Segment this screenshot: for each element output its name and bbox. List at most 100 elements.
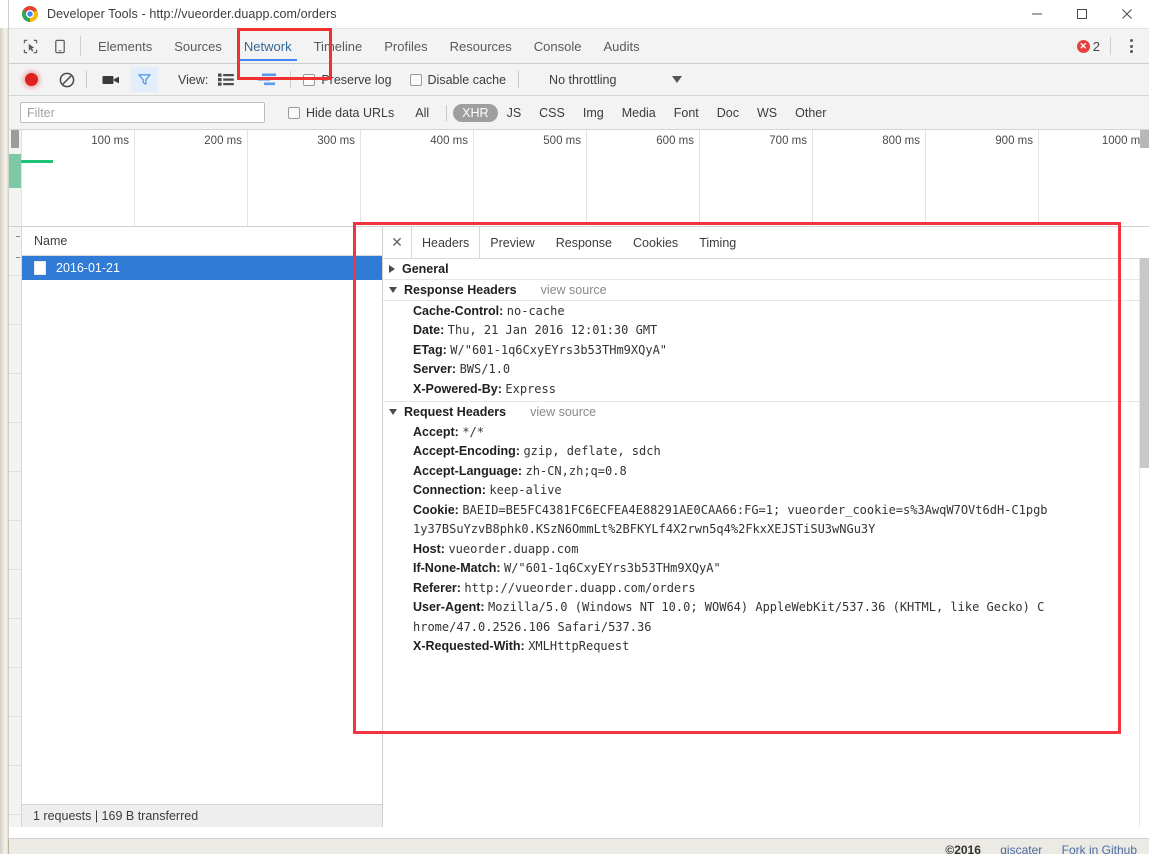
disable-cache-checkbox[interactable]: Disable cache — [409, 72, 507, 87]
header-key: Accept-Language: — [413, 463, 523, 478]
header-row: Host: vueorder.duapp.com — [383, 539, 1149, 559]
funnel-filter-icon[interactable] — [131, 67, 158, 92]
control-separator — [518, 71, 520, 88]
headers-body: General Response Headers view source Cac… — [383, 259, 1149, 656]
header-row: Cookie: BAEID=BE5FC4381FC6ECFEA4E88291AE… — [383, 500, 1149, 520]
timeline-view-icon[interactable] — [258, 73, 278, 86]
tab-network[interactable]: Network — [233, 29, 303, 63]
details-tab-response[interactable]: Response — [546, 227, 623, 258]
close-button[interactable] — [1104, 0, 1149, 28]
section-general[interactable]: General — [383, 259, 1149, 280]
filter-type-doc[interactable]: Doc — [708, 104, 748, 122]
header-row: Accept: */* — [383, 422, 1149, 442]
chevron-down-icon — [389, 409, 397, 415]
view-source-link[interactable]: view source — [530, 405, 596, 419]
overview-scrollbar[interactable] — [1140, 130, 1149, 148]
scrollbar-thumb[interactable] — [1140, 258, 1149, 468]
details-tab-bar: ✕ Headers Preview Response Cookies Timin… — [383, 227, 1149, 259]
network-main-panel: Name 2016-01-21 1 requests | 169 B trans… — [9, 227, 1149, 827]
request-list-status-bar: 1 requests | 169 B transferred — [22, 804, 382, 827]
request-list[interactable]: Name 2016-01-21 1 requests | 169 B trans… — [22, 227, 383, 827]
header-row: ETag: W/"601-1q6CxyEYrs3b53THm9XQyA" — [383, 340, 1149, 360]
header-value: no-cache — [506, 303, 565, 318]
left-rail — [9, 227, 22, 827]
inspect-element-icon[interactable] — [16, 29, 45, 63]
filter-type-all[interactable]: All — [406, 104, 438, 122]
section-response-headers[interactable]: Response Headers view source — [383, 280, 1149, 301]
filter-type-media[interactable]: Media — [613, 104, 665, 122]
overview-scroll-handle[interactable] — [11, 130, 19, 148]
vertical-dots-icon[interactable] — [1119, 29, 1143, 63]
list-view-icon[interactable] — [218, 73, 235, 86]
tab-resources[interactable]: Resources — [439, 29, 523, 63]
tab-audits[interactable]: Audits — [592, 29, 650, 63]
record-icon[interactable] — [25, 73, 38, 86]
header-value: vueorder.duapp.com — [448, 541, 579, 556]
details-tab-timing[interactable]: Timing — [689, 227, 747, 258]
tab-label: Console — [533, 38, 582, 54]
filter-type-js[interactable]: JS — [498, 104, 531, 122]
chevron-down-icon — [389, 287, 397, 293]
screenshot-root: ©2016 qiscater Fork in Github Developer … — [0, 0, 1149, 854]
filter-type-font[interactable]: Font — [665, 104, 708, 122]
tab-label: Headers — [422, 235, 470, 250]
filter-type-xhr[interactable]: XHR — [453, 103, 498, 122]
header-key: Cache-Control: — [413, 303, 504, 318]
checkbox-box — [409, 73, 422, 86]
device-toolbar-icon[interactable] — [45, 29, 74, 63]
error-count-badge[interactable]: ✕ 2 — [1076, 39, 1100, 54]
preserve-log-label: Preserve log — [321, 72, 392, 87]
disable-cache-label: Disable cache — [427, 72, 507, 87]
header-key: Accept: — [413, 424, 459, 439]
maximize-button[interactable] — [1059, 0, 1104, 28]
tab-label: Timeline — [313, 38, 363, 54]
header-value: XMLHttpRequest — [528, 639, 630, 653]
filter-input[interactable] — [20, 102, 265, 123]
preserve-log-checkbox[interactable]: Preserve log — [303, 72, 392, 87]
ruler-tick-label: 900 ms — [995, 135, 1033, 147]
section-request-headers[interactable]: Request Headers view source — [383, 402, 1149, 422]
tab-label: Response — [555, 235, 613, 250]
camera-filmstrip-icon[interactable] — [102, 74, 120, 86]
hide-data-urls-checkbox[interactable]: Hide data URLs — [288, 106, 394, 120]
header-key: Host: — [413, 541, 445, 556]
tab-timeline[interactable]: Timeline — [303, 29, 374, 63]
details-tab-cookies[interactable]: Cookies — [623, 227, 689, 258]
tab-label: Timing — [699, 235, 737, 250]
footer-author-link[interactable]: qiscater — [1000, 843, 1042, 854]
checkbox-box — [288, 106, 300, 119]
header-row: Accept-Language: zh-CN,zh;q=0.8 — [383, 461, 1149, 481]
request-row[interactable]: 2016-01-21 — [22, 256, 382, 280]
tab-elements[interactable]: Elements — [87, 29, 163, 63]
tab-profiles[interactable]: Profiles — [373, 29, 438, 63]
details-tab-preview[interactable]: Preview — [480, 227, 545, 258]
filter-type-img[interactable]: Img — [574, 104, 613, 122]
header-value: keep-alive — [489, 483, 562, 497]
tab-label: Elements — [98, 38, 153, 54]
toolbar-separator — [1110, 37, 1111, 55]
tab-sources[interactable]: Sources — [163, 29, 233, 63]
header-key: Server: — [413, 362, 457, 376]
filter-type-css[interactable]: CSS — [530, 104, 574, 122]
chevron-right-icon — [389, 265, 395, 273]
details-scrollbar[interactable] — [1140, 258, 1149, 827]
tab-console[interactable]: Console — [523, 29, 593, 63]
filter-type-ws[interactable]: WS — [748, 104, 786, 122]
filter-type-other[interactable]: Other — [786, 104, 835, 122]
view-source-link[interactable]: view source — [541, 283, 607, 297]
footer-fork-link[interactable]: Fork in Github — [1062, 843, 1137, 854]
close-icon[interactable]: ✕ — [383, 227, 411, 258]
header-value: Mozilla/5.0 (Windows NT 10.0; WOW64) App… — [488, 600, 1045, 614]
minimize-button[interactable] — [1014, 0, 1059, 28]
tab-label: Audits — [603, 38, 640, 54]
network-overview[interactable]: 100 ms 200 ms 300 ms 400 ms 500 ms 600 m… — [9, 130, 1149, 227]
header-value: http://vueorder.duapp.com/orders — [464, 580, 696, 595]
footer-copyright: ©2016 — [945, 843, 981, 854]
header-value: 1y37BSuYzvB8phk0.KSzN6OmmLt%2BFKYLf4X2rw… — [413, 522, 876, 536]
section-title: General — [402, 262, 449, 276]
header-row: If-None-Match: W/"601-1q6CxyEYrs3b53THm9… — [383, 559, 1149, 579]
clear-icon[interactable] — [59, 72, 75, 88]
header-value: Thu, 21 Jan 2016 12:01:30 GMT — [447, 323, 658, 337]
throttling-dropdown[interactable]: No throttling — [549, 73, 683, 87]
details-tab-headers[interactable]: Headers — [411, 227, 481, 258]
